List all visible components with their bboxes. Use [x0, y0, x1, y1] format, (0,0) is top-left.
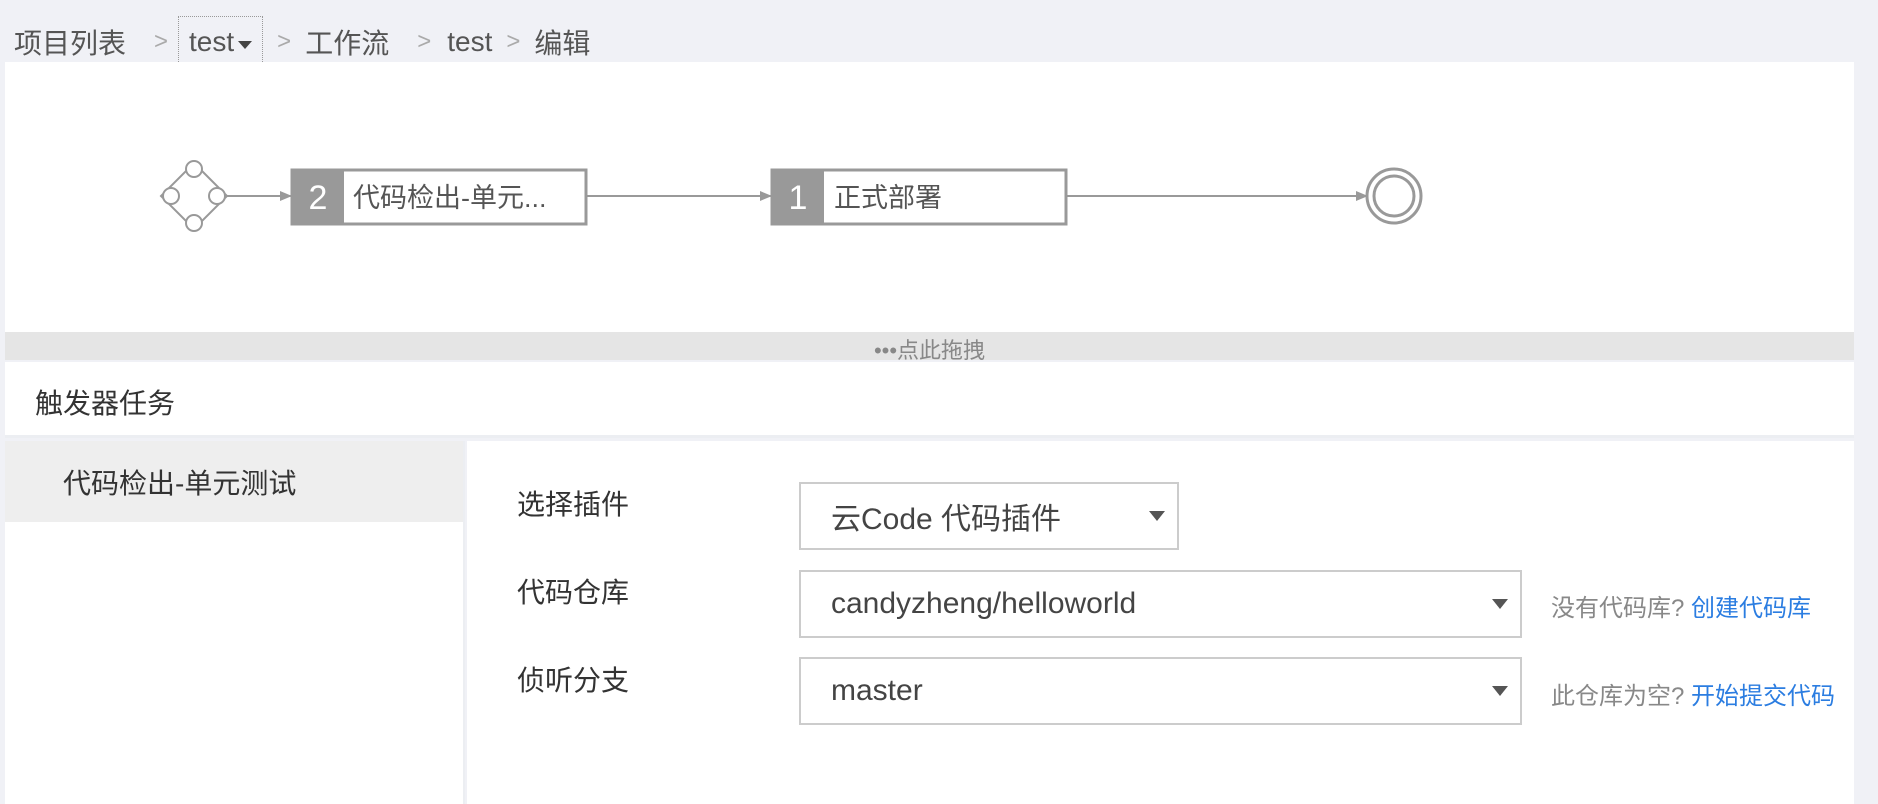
repo-hint-text: 没有代码库?	[1551, 595, 1685, 622]
plugin-label: 选择插件	[517, 489, 630, 520]
breadcrumb-workflow-name[interactable]: test	[447, 26, 492, 58]
plugin-select-value: 云Code 代码插件	[831, 503, 1062, 536]
breadcrumb-project-list[interactable]: 项目列表	[14, 22, 126, 62]
chevron-down-icon	[1492, 686, 1508, 696]
end-node	[1365, 167, 1423, 225]
branch-select-value: master	[831, 674, 923, 707]
resize-drag-handle[interactable]: •••点此拖拽	[5, 332, 1854, 363]
breadcrumb: 项目列表 > test > 工作流 > test > 编辑	[14, 16, 591, 68]
stage-label: 代码检出-单元...	[353, 183, 547, 213]
chevron-down-icon	[1492, 599, 1508, 609]
repo-select-value: candyzheng/helloworld	[831, 587, 1137, 620]
create-repo-link[interactable]: 创建代码库	[1691, 595, 1811, 622]
workflow-diagram-canvas: 2 代码检出-单元... 1 正式部署	[159, 160, 1423, 232]
repo-hint: 没有代码库? 创建代码库	[1551, 588, 1811, 623]
trigger-section-header: 触发器任务	[5, 362, 1854, 438]
chevron-down-icon	[1149, 511, 1165, 521]
trigger-task-list: 代码检出-单元测试	[5, 441, 465, 804]
breadcrumb-separator: >	[154, 28, 169, 55]
repo-select[interactable]: candyzheng/helloworld	[799, 570, 1522, 638]
caret-down-icon	[238, 41, 253, 49]
stage-node-deploy[interactable]: 1 正式部署	[770, 168, 1068, 226]
breadcrumb-project: test	[189, 26, 235, 57]
plugin-select[interactable]: 云Code 代码插件	[799, 482, 1179, 550]
repo-label: 代码仓库	[517, 577, 630, 608]
breadcrumb-current: 编辑	[534, 28, 591, 59]
breadcrumb-separator: >	[277, 28, 292, 55]
branch-select[interactable]: master	[799, 657, 1522, 725]
breadcrumb-separator: >	[417, 28, 432, 55]
branch-hint-text: 此仓库为空?	[1551, 683, 1685, 710]
stage-count: 1	[789, 179, 808, 217]
start-node[interactable]	[159, 160, 229, 232]
task-config-form: 选择插件 云Code 代码插件 代码仓库 candyzheng/hellowor…	[467, 441, 1854, 804]
breadcrumb-workflow[interactable]: 工作流	[305, 22, 389, 62]
stage-label: 正式部署	[834, 183, 942, 213]
task-item-checkout[interactable]: 代码检出-单元测试	[5, 441, 463, 522]
breadcrumb-separator: >	[506, 28, 521, 55]
workflow-edit-page: 项目列表 > test > 工作流 > test > 编辑 2 代码检出-单元.…	[0, 0, 1878, 804]
stage-count: 2	[309, 179, 328, 217]
section-title: 触发器任务	[35, 388, 176, 419]
stage-node-checkout[interactable]: 2 代码检出-单元...	[290, 168, 588, 226]
branch-hint: 此仓库为空? 开始提交代码	[1551, 676, 1835, 711]
branch-label: 侦听分支	[517, 665, 630, 696]
start-commit-link[interactable]: 开始提交代码	[1691, 683, 1835, 710]
project-dropdown[interactable]: test	[178, 16, 264, 68]
workflow-diagram: 2 代码检出-单元... 1 正式部署	[5, 62, 1854, 332]
